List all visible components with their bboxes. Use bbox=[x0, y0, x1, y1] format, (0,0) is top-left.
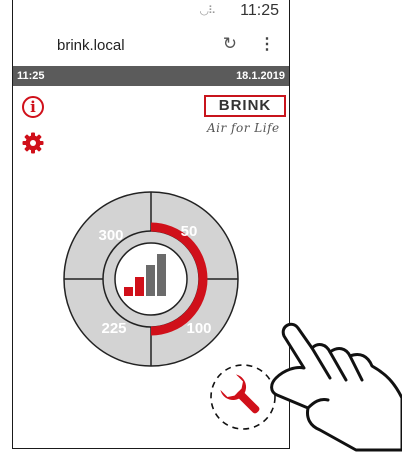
url-text[interactable]: brink.local bbox=[57, 37, 125, 54]
header-bar: 11:25 18.1.2019 bbox=[13, 66, 289, 86]
signal-icon: ◡⠧ bbox=[199, 5, 216, 17]
fan-speed-dial[interactable]: 50 100 225 300 bbox=[62, 190, 240, 368]
gear-icon[interactable] bbox=[21, 131, 45, 155]
speed-label-bottom-left[interactable]: 225 bbox=[101, 320, 126, 337]
speed-label-bottom-right[interactable]: 100 bbox=[186, 320, 211, 337]
header-date: 18.1.2019 bbox=[236, 70, 285, 82]
header-time: 11:25 bbox=[17, 70, 45, 82]
status-time: 11:25 bbox=[240, 2, 279, 19]
more-menu-icon[interactable]: ⋮ bbox=[259, 34, 275, 54]
info-icon[interactable]: i bbox=[22, 96, 44, 118]
pointing-hand-icon bbox=[270, 322, 402, 452]
brand-logo: BRINK bbox=[204, 95, 286, 117]
phone-screen: ◡⠧ 11:25 brink.local ↻ ⋮ 11:25 18.1.2019… bbox=[12, 0, 290, 449]
speed-label-top-right[interactable]: 50 bbox=[181, 223, 198, 240]
wrench-icon bbox=[220, 374, 260, 414]
browser-url-bar[interactable]: brink.local ↻ ⋮ bbox=[13, 24, 289, 64]
reload-icon[interactable]: ↻ bbox=[223, 34, 237, 54]
speed-label-top-left[interactable]: 300 bbox=[98, 227, 123, 244]
brand-tagline: Air for Life bbox=[207, 121, 280, 135]
status-bar: ◡⠧ 11:25 bbox=[13, 0, 289, 22]
